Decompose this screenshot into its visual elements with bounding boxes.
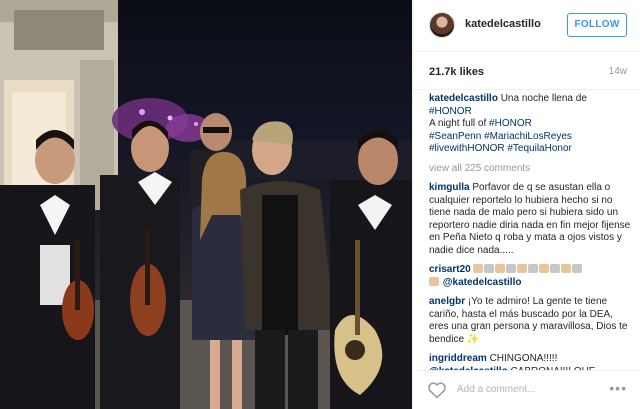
hashtag-tequilahonor[interactable]: #TequilaHonor <box>507 143 572 154</box>
post-age: 14w <box>608 66 627 77</box>
likes-count[interactable]: 21.7k likes <box>429 66 484 78</box>
add-comment-input[interactable]: Add a comment... <box>457 384 535 395</box>
caption: katedelcastillo Una noche llena de #HONO… <box>429 93 633 156</box>
hashtag-mariachi[interactable]: #MariachiLosReyes <box>484 131 572 142</box>
clap-emoji-icon <box>473 264 583 275</box>
comment-footer: Add a comment... ••• <box>413 370 640 409</box>
comments-section: katedelcastillo Una noche llena de #HONO… <box>429 93 633 385</box>
comment-text: CHINGONA!!!!! <box>489 353 558 364</box>
post-header: katedelcastillo FOLLOW <box>413 0 640 52</box>
caption-text-2: A night full of <box>429 118 487 129</box>
hashtag-livewithhonor[interactable]: #livewithHONOR <box>429 143 505 154</box>
username-link[interactable]: katedelcastillo <box>465 18 541 30</box>
hashtag-honor-2[interactable]: #HONOR <box>489 118 532 129</box>
comment-username[interactable]: anelgbr <box>429 296 465 307</box>
follow-button[interactable]: FOLLOW <box>567 13 627 37</box>
caption-username[interactable]: katedelcastillo <box>429 93 498 104</box>
hashtag-seanpenn[interactable]: #SeanPenn <box>429 131 481 142</box>
caption-text-1: Una noche llena de <box>500 93 587 104</box>
clap-emoji-icon <box>429 276 440 288</box>
heart-icon[interactable] <box>427 380 447 400</box>
more-options-icon[interactable]: ••• <box>609 380 627 396</box>
post-sidebar: katedelcastillo FOLLOW 21.7k likes 14w k… <box>412 0 640 409</box>
comment-text: Porfavor de q se asustan ella o cualquie… <box>429 182 631 256</box>
mention-link[interactable]: @katedelcastillo <box>443 277 522 288</box>
comment: crisart20 @katedelcastillo <box>429 264 633 289</box>
avatar[interactable] <box>429 12 455 38</box>
post-stats: 21.7k likes 14w <box>413 52 640 90</box>
hashtag-honor-1[interactable]: #HONOR <box>429 106 472 117</box>
photo-illustration <box>0 0 412 409</box>
comment: kimgulla Porfavor de q se asustan ella o… <box>429 182 633 257</box>
comment-username[interactable]: crisart20 <box>429 264 471 275</box>
view-all-comments-link[interactable]: view all 225 comments <box>429 163 633 176</box>
sparkles-icon: ✨ <box>466 333 480 345</box>
comment-username[interactable]: ingriddream <box>429 353 487 364</box>
comment: anelgbr ¡Yo te admiro! La gente te tiene… <box>429 296 633 346</box>
post-photo[interactable] <box>0 0 412 409</box>
comment-username[interactable]: kimgulla <box>429 182 470 193</box>
